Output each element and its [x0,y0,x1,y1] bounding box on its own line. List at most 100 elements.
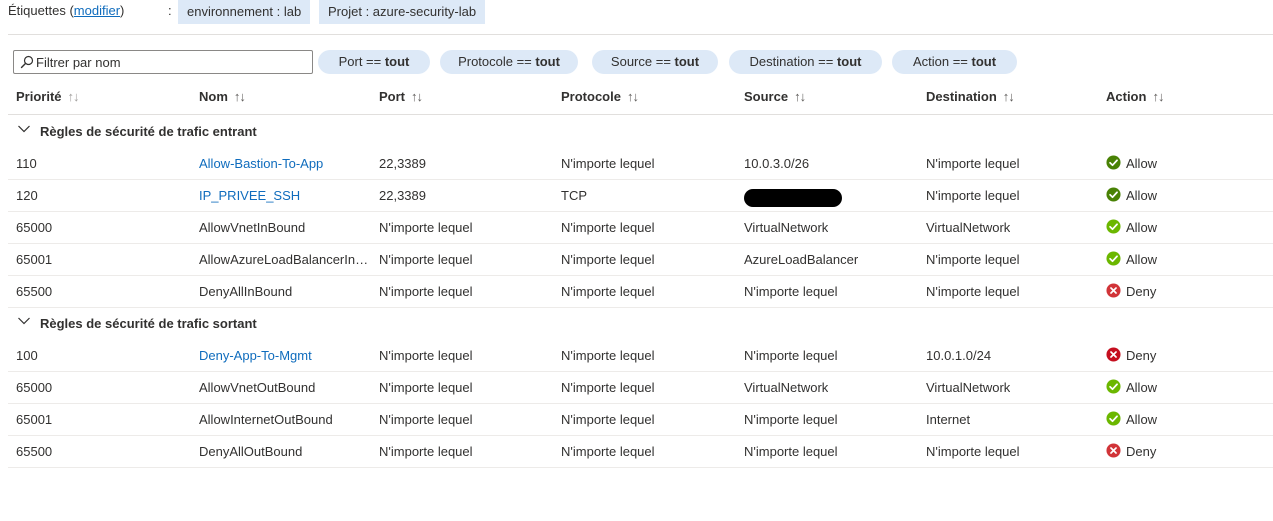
column-header-label: Priorité [16,89,62,104]
chevron-down-icon[interactable] [17,314,31,328]
cell-priority: 100 [16,348,38,363]
filter-pill-prefix: Protocole == [458,54,536,69]
column-header-label: Source [744,89,789,104]
filter-pill-prefix: Destination == [749,54,837,69]
table-row[interactable]: 120 IP_PRIVEE_SSH 22,3389 TCP N'importe lequ… [8,179,1273,212]
sort-icon[interactable]: ↑↓ [1003,89,1015,104]
sort-icon[interactable]: ↑↓ [411,89,423,104]
error-circle-icon [1106,347,1121,362]
filter-box[interactable] [13,50,313,74]
check-circle-icon [1106,251,1121,266]
table-row[interactable]: 65000 AllowVnetInBound N'importe lequel N'i… [8,211,1273,244]
cell-port: N'importe lequel [379,252,473,267]
sort-icon[interactable]: ↑↓ [234,89,246,104]
cell-name: AllowVnetInBound [199,220,306,235]
cell-destination: N'importe lequel [926,284,1020,299]
column-header-port[interactable]: Port ↑↓ [379,89,423,104]
check-circle-icon [1106,187,1121,202]
edit-tags-link[interactable]: modifier [74,3,120,18]
redacted-source [744,189,842,207]
filter-pill-value: tout [384,54,410,69]
cell-source: N'importe lequel [744,348,838,363]
cell-protocol: N'importe lequel [561,412,655,427]
cell-protocol: N'importe lequel [561,252,655,267]
table-row[interactable]: 65001 AllowInternetOutBound N'importe lequ… [8,403,1273,436]
filter-pill-action[interactable]: Action == tout [892,50,1017,74]
tags-label: Étiquettes (modifier) [8,3,124,18]
cell-name: DenyAllInBound [199,284,293,299]
filter-pill-protocol[interactable]: Protocole == tout [440,50,578,74]
table-row[interactable]: 110 Allow-Bastion-To-App 22,3389 N'importe … [8,147,1273,180]
column-header-destination[interactable]: Destination ↑↓ [926,89,1015,104]
cell-priority: 65001 [16,412,53,427]
table-row[interactable]: 65001 AllowAzureLoadBalancerInB... N'impor… [8,243,1273,276]
cell-destination: N'importe lequel [926,444,1020,459]
tag-chip-environment: environnement : lab [178,0,311,24]
sort-icon[interactable]: ↑↓ [794,89,806,104]
sort-icon[interactable]: ↑↓ [68,89,80,104]
cell-name: AllowVnetOutBound [199,380,316,395]
rule-name-link[interactable]: Deny-App-To-Mgmt [199,348,312,363]
cell-port: N'importe lequel [379,284,473,299]
cell-protocol: N'importe lequel [561,348,655,363]
error-circle-icon [1106,283,1121,298]
table-row[interactable]: 100 Deny-App-To-Mgmt N'importe lequel N'imp… [8,339,1273,372]
search-icon [20,55,34,69]
table-row[interactable]: 65500 DenyAllOutBound N'importe lequel N'im… [8,435,1273,468]
action-label: Allow [1126,220,1158,235]
cell-priority: 65500 [16,444,53,459]
action-label: Deny [1126,444,1157,459]
filter-by-name-input[interactable] [36,51,306,73]
cell-port: N'importe lequel [379,412,473,427]
group-title: Règles de sécurité de trafic sortant [40,316,257,331]
cell-priority: 65000 [16,380,53,395]
divider [8,34,1273,35]
chevron-down-icon[interactable] [17,122,31,136]
cell-port: N'importe lequel [379,444,473,459]
cell-priority: 120 [16,188,38,203]
cell-source: N'importe lequel [744,444,838,459]
column-header-protocol[interactable]: Protocole ↑↓ [561,89,639,104]
filter-pill-value: tout [535,54,560,69]
column-header-name[interactable]: Nom ↑↓ [199,89,246,104]
sort-icon[interactable]: ↑↓ [627,89,639,104]
filter-pill-source[interactable]: Source == tout [592,50,718,74]
filter-pill-value: tout [836,54,862,69]
action-label: Allow [1126,380,1158,395]
cell-source: VirtualNetwork [744,220,829,235]
tags-open-paren: ( [65,3,74,18]
cell-destination: N'importe lequel [926,188,1020,203]
action-label: Allow [1126,156,1158,171]
check-circle-icon [1106,379,1121,394]
filter-pill-prefix: Source == [610,54,675,69]
action-label: Allow [1126,188,1158,203]
column-header-priority[interactable]: Priorité ↑↓ [16,89,80,104]
cell-priority: 65000 [16,220,53,235]
action-label: Allow [1126,252,1158,267]
cell-protocol: N'importe lequel [561,380,655,395]
filter-pill-destination[interactable]: Destination == tout [729,50,882,74]
table-row[interactable]: 65000 AllowVnetOutBound N'importe lequel N'… [8,371,1273,404]
rule-name-link[interactable]: Allow-Bastion-To-App [199,156,323,171]
cell-protocol: N'importe lequel [561,444,655,459]
column-header-label: Protocole [561,89,621,104]
sort-icon[interactable]: ↑↓ [1152,89,1164,104]
cell-priority: 65500 [16,284,53,299]
cell-source: N'importe lequel [744,412,838,427]
action-label: Allow [1126,412,1158,427]
column-header-source[interactable]: Source ↑↓ [744,89,806,104]
group-header[interactable]: Règles de sécurité de trafic entrant [8,115,1273,147]
group-header[interactable]: Règles de sécurité de trafic sortant [8,307,1273,339]
cell-port: 22,3389 [379,156,426,171]
filter-pill-port[interactable]: Port == tout [318,50,430,74]
cell-protocol: TCP [561,188,587,203]
rule-name-link[interactable]: IP_PRIVEE_SSH [199,188,300,203]
cell-destination: VirtualNetwork [926,220,1011,235]
column-header-action[interactable]: Action ↑↓ [1106,89,1164,104]
cell-destination: VirtualNetwork [926,380,1011,395]
cell-destination: Internet [926,412,971,427]
table-row[interactable]: 65500 DenyAllInBound N'importe lequel N'imp… [8,275,1273,308]
cell-port: N'importe lequel [379,348,473,363]
cell-protocol: N'importe lequel [561,284,655,299]
tags-label-text: Étiquettes [8,3,66,18]
